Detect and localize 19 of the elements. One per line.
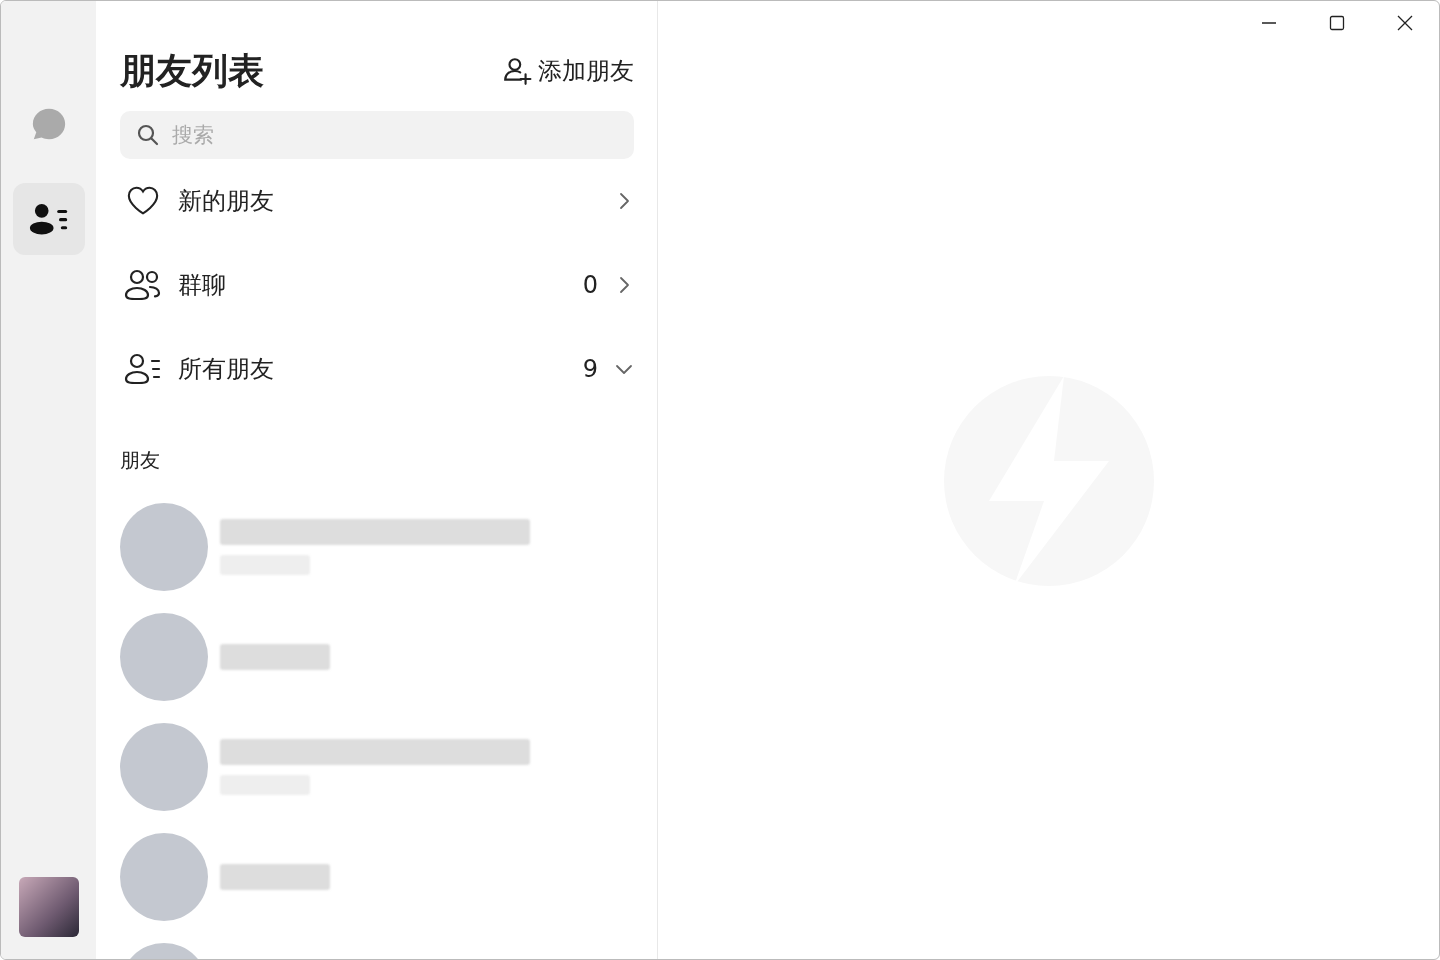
contacts-tab[interactable] bbox=[12, 183, 85, 255]
page-title: 朋友列表 bbox=[120, 48, 264, 93]
category-label: 群聊 bbox=[178, 270, 227, 301]
add-person-icon bbox=[502, 56, 532, 86]
category-label: 所有朋友 bbox=[178, 354, 275, 385]
maximize-icon[interactable] bbox=[1327, 13, 1347, 33]
count-label: 9 bbox=[582, 355, 598, 383]
people-icon bbox=[124, 268, 162, 302]
person-list-icon bbox=[124, 352, 162, 386]
close-icon[interactable] bbox=[1395, 13, 1415, 33]
add-friend-button[interactable]: 添加朋友 bbox=[502, 55, 634, 87]
category-row[interactable]: 新的朋友 bbox=[120, 159, 634, 243]
category-label: 新的朋友 bbox=[178, 186, 275, 217]
user-avatar[interactable] bbox=[18, 877, 79, 937]
search-field[interactable]: 搜索 bbox=[120, 111, 634, 159]
category-row[interactable]: 所有朋友 9 bbox=[120, 327, 634, 411]
count-label: 0 bbox=[582, 271, 598, 299]
category-row[interactable]: 群聊 0 bbox=[120, 243, 634, 327]
section-heading: 朋友 bbox=[120, 447, 161, 474]
